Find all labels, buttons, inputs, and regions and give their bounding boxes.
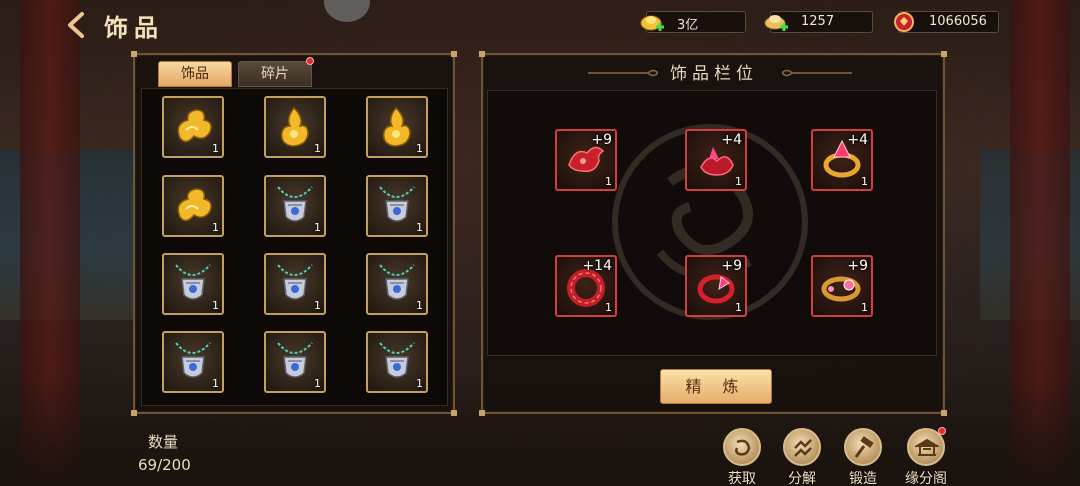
quantity-value: 69/200 bbox=[138, 456, 191, 474]
currency-silver[interactable]: 1257 bbox=[764, 11, 873, 33]
inventory-item-slot[interactable]: 1 bbox=[162, 175, 224, 237]
silver-amulet-necklace-icon bbox=[379, 264, 415, 300]
gold-ingot-icon bbox=[640, 15, 664, 31]
enhance-level: +9 bbox=[591, 132, 612, 148]
item-count: 1 bbox=[314, 142, 321, 155]
quantity-label: 数量 bbox=[148, 433, 179, 451]
silver-ingot-icon bbox=[764, 15, 788, 31]
panel-corner bbox=[941, 410, 947, 416]
refine-button[interactable]: 精 炼 bbox=[660, 369, 772, 404]
title-ornament-right bbox=[782, 69, 852, 77]
silver-amulet-necklace-icon bbox=[175, 342, 211, 378]
currency-gem-value: 1066056 bbox=[929, 14, 987, 29]
inventory-item-slot[interactable]: 1 bbox=[366, 331, 428, 393]
gold-cloud-ornament-icon bbox=[177, 109, 212, 143]
back-arrow-icon[interactable] bbox=[62, 10, 92, 40]
equipment-slot[interactable]: +9 1 bbox=[555, 129, 617, 191]
item-count: 1 bbox=[605, 301, 612, 314]
inventory-item-slot[interactable]: 1 bbox=[264, 253, 326, 315]
panel-corner bbox=[451, 410, 457, 416]
gold-flame-ornament-icon bbox=[382, 106, 411, 147]
equipment-slot[interactable]: +4 1 bbox=[685, 129, 747, 191]
currency-silver-value: 1257 bbox=[801, 14, 835, 29]
enhance-level: +4 bbox=[721, 132, 742, 148]
red-gem-icon bbox=[894, 12, 914, 32]
pavilion-label: 缘分阁 bbox=[905, 471, 947, 486]
inventory-item-slot[interactable]: 1 bbox=[162, 96, 224, 158]
item-count: 1 bbox=[314, 377, 321, 390]
item-count: 1 bbox=[212, 299, 219, 312]
item-count: 1 bbox=[735, 175, 742, 188]
currency-gold-value: 3亿 bbox=[677, 18, 699, 33]
forge-hammer-icon bbox=[854, 436, 874, 458]
title-ornament-left bbox=[588, 69, 658, 77]
item-count: 1 bbox=[416, 142, 423, 155]
inventory-item-slot[interactable]: 1 bbox=[264, 331, 326, 393]
inventory-item-slot[interactable]: 1 bbox=[264, 175, 326, 237]
silver-amulet-necklace-icon bbox=[379, 186, 415, 222]
silver-amulet-necklace-icon bbox=[277, 186, 313, 222]
enhance-level: +4 bbox=[847, 132, 868, 148]
tab-accessories[interactable]: 饰品 bbox=[158, 61, 232, 87]
equipment-slot[interactable]: +9 1 bbox=[811, 255, 873, 317]
equipment-slot[interactable]: +14 1 bbox=[555, 255, 617, 317]
gold-flame-ornament-icon bbox=[280, 106, 309, 147]
panel-corner bbox=[451, 51, 457, 57]
tab-fragments[interactable]: 碎片 bbox=[238, 61, 312, 87]
item-count: 1 bbox=[861, 175, 868, 188]
item-count: 1 bbox=[861, 301, 868, 314]
gold-cloud-ornament-icon bbox=[177, 188, 212, 222]
decompose-button[interactable]: 分解 bbox=[780, 428, 824, 486]
share-button[interactable] bbox=[324, 0, 370, 22]
currency-gold[interactable]: 3亿 bbox=[640, 11, 746, 33]
silver-amulet-necklace-icon bbox=[277, 342, 313, 378]
panel-corner bbox=[131, 51, 137, 57]
page-title: 饰品 bbox=[104, 13, 164, 42]
item-count: 1 bbox=[735, 301, 742, 314]
silver-amulet-necklace-icon bbox=[277, 264, 313, 300]
enhance-level: +14 bbox=[582, 258, 612, 274]
currency-gem[interactable]: 1066056 bbox=[894, 11, 999, 33]
item-count: 1 bbox=[416, 377, 423, 390]
decompose-icon bbox=[794, 439, 812, 457]
silver-amulet-necklace-icon bbox=[379, 342, 415, 378]
enhance-level: +9 bbox=[721, 258, 742, 274]
item-count: 1 bbox=[605, 175, 612, 188]
item-count: 1 bbox=[314, 221, 321, 234]
item-count: 1 bbox=[416, 221, 423, 234]
inventory-item-slot[interactable]: 1 bbox=[162, 253, 224, 315]
pavilion-icon bbox=[915, 438, 939, 456]
item-count: 1 bbox=[212, 221, 219, 234]
panel-corner bbox=[479, 51, 485, 57]
inventory-item-slot[interactable]: 1 bbox=[264, 96, 326, 158]
acquire-label: 获取 bbox=[728, 471, 756, 486]
equipment-slot[interactable]: +9 1 bbox=[685, 255, 747, 317]
silver-amulet-necklace-icon bbox=[175, 264, 211, 300]
item-count: 1 bbox=[212, 377, 219, 390]
equipment-slot[interactable]: +4 1 bbox=[811, 129, 873, 191]
item-count: 1 bbox=[416, 299, 423, 312]
inventory-item-slot[interactable]: 1 bbox=[366, 253, 428, 315]
forge-label: 锻造 bbox=[849, 471, 877, 486]
enhance-level: +9 bbox=[847, 258, 868, 274]
forge-button[interactable]: 锻造 bbox=[841, 428, 885, 486]
notification-dot bbox=[938, 427, 946, 435]
inventory-item-slot[interactable]: 1 bbox=[366, 175, 428, 237]
acquire-icon bbox=[735, 439, 751, 456]
decompose-label: 分解 bbox=[788, 471, 816, 486]
item-count: 1 bbox=[314, 299, 321, 312]
inventory-item-slot[interactable]: 1 bbox=[162, 331, 224, 393]
slots-panel-title: 饰品栏位 bbox=[670, 64, 758, 84]
notification-dot bbox=[306, 57, 314, 65]
item-count: 1 bbox=[212, 142, 219, 155]
panel-corner bbox=[479, 410, 485, 416]
pavilion-button[interactable]: 缘分阁 bbox=[904, 428, 948, 486]
panel-corner bbox=[941, 51, 947, 57]
inventory-item-slot[interactable]: 1 bbox=[366, 96, 428, 158]
panel-corner bbox=[131, 410, 137, 416]
acquire-button[interactable]: 获取 bbox=[720, 428, 764, 486]
